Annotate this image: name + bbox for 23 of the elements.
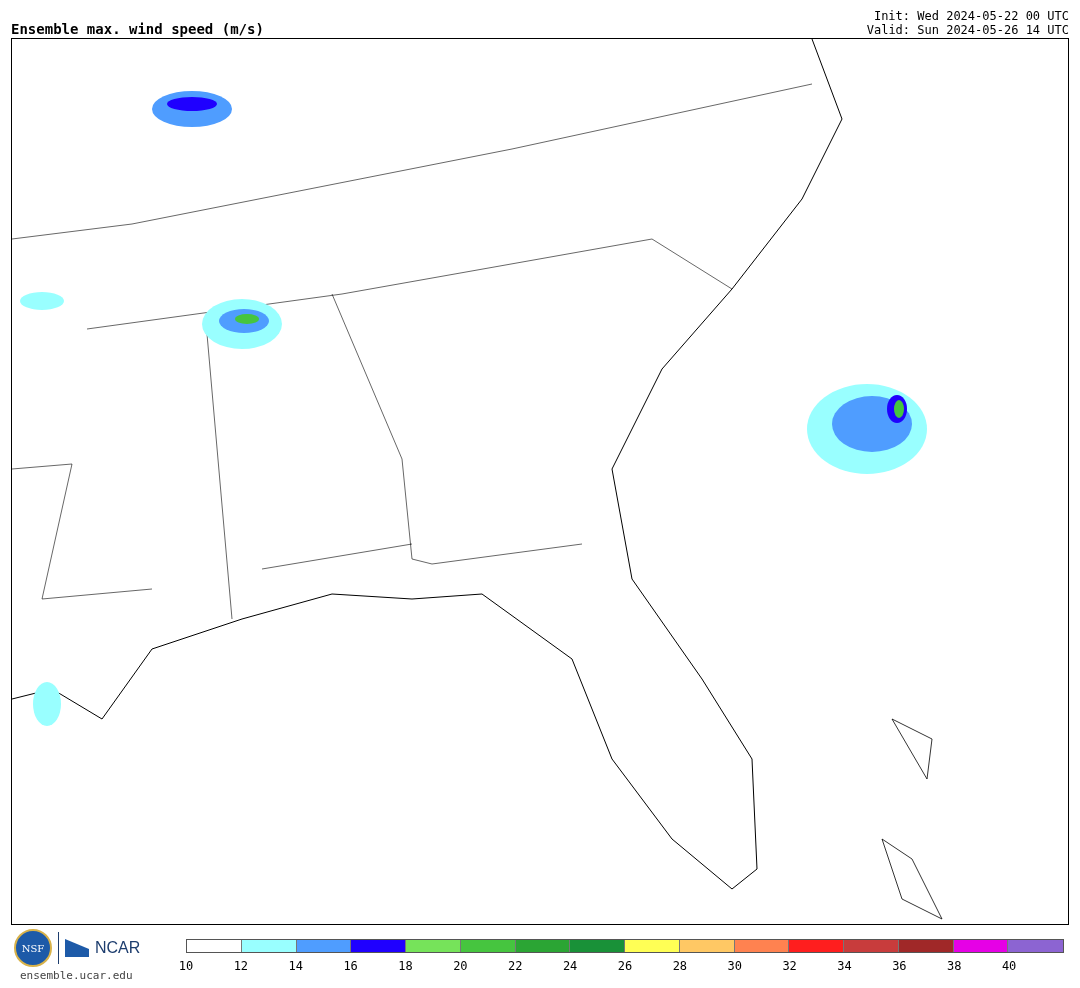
tick-label: 20: [453, 959, 468, 973]
tick-label: 22: [508, 959, 523, 973]
tick-label: 26: [617, 959, 633, 973]
tick-label: 14: [288, 959, 303, 973]
tick-label: 12: [233, 959, 249, 973]
init-time: Init: Wed 2024-05-22 00 UTC: [873, 9, 1069, 23]
tick-label: 28: [672, 959, 688, 973]
tick-label: 34: [837, 959, 852, 973]
ncar-mark-icon: [65, 939, 89, 957]
tick-label: 36: [892, 959, 907, 973]
tick-label: 38: [947, 959, 962, 973]
tick-label: 18: [398, 959, 413, 973]
tick-label: 40: [1001, 959, 1017, 973]
valid-time: Valid: Sun 2024-05-26 14 UTC: [866, 23, 1069, 37]
tick-label: 16: [343, 959, 358, 973]
site-url: ensemble.ucar.edu: [20, 969, 133, 982]
ncar-logo-text: NCAR: [95, 939, 141, 957]
chart-title: Ensemble max. wind speed (m/s): [11, 21, 264, 37]
tick-label: 30: [727, 959, 742, 973]
tick-label: 32: [782, 959, 797, 973]
nsf-logo: NSF: [14, 929, 52, 967]
tick-label: 24: [562, 959, 578, 973]
tick-label: 10: [178, 959, 194, 973]
